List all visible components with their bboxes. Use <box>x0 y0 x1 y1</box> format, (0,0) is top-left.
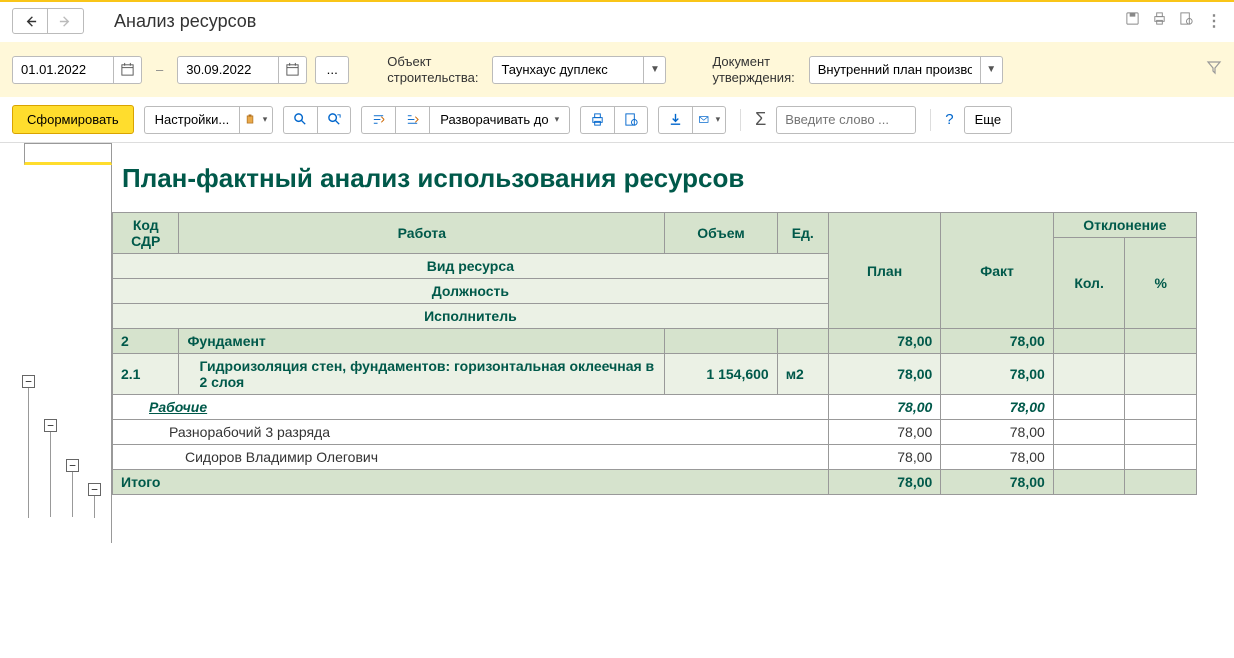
titlebar: Анализ ресурсов ⋮ <box>0 0 1234 42</box>
separator <box>740 109 741 131</box>
dropdown-icon[interactable]: ▼ <box>643 56 665 84</box>
dropdown-icon[interactable]: ▼ <box>980 56 1002 84</box>
filter-icon[interactable] <box>1206 59 1222 80</box>
expand-to-button[interactable]: Разворачивать до▾ <box>429 106 570 134</box>
send-button[interactable]: ▾ <box>692 106 726 134</box>
mail-icon <box>698 112 709 127</box>
period-picker-button[interactable]: ... <box>315 56 349 84</box>
print-icon[interactable] <box>1152 11 1167 31</box>
date-from-field[interactable] <box>13 58 113 81</box>
table-row[interactable]: 2.1 Гидроизоляция стен, фундаментов: гор… <box>113 354 1197 395</box>
page-title: Анализ ресурсов <box>114 11 1125 32</box>
tree-node-collapse[interactable]: − <box>44 419 57 432</box>
table-row-total[interactable]: Итого 78,00 78,00 <box>113 470 1197 495</box>
object-field[interactable] <box>493 58 643 81</box>
tree-tab <box>24 143 112 165</box>
doc-field[interactable] <box>810 58 980 81</box>
tree-node-collapse[interactable]: − <box>22 375 35 388</box>
printer-icon <box>590 112 605 127</box>
settings-group: Настройки... ▾ <box>144 106 274 134</box>
toolbar: Сформировать Настройки... ▾ Разворачиват… <box>0 97 1234 143</box>
calendar-icon[interactable] <box>278 56 306 84</box>
sum-icon[interactable]: Σ <box>755 109 766 130</box>
save-icon[interactable] <box>1125 11 1140 31</box>
settings-button[interactable]: Настройки... <box>144 106 240 134</box>
find-button[interactable] <box>283 106 317 134</box>
export-group: ▾ <box>658 106 726 134</box>
collapse-icon <box>371 112 386 127</box>
tree-node-collapse[interactable]: − <box>66 459 79 472</box>
print-button[interactable] <box>580 106 614 134</box>
col-qty: Кол. <box>1053 238 1125 329</box>
back-button[interactable] <box>12 8 48 34</box>
hdr-position: Должность <box>113 279 829 304</box>
filter-bar: – ... Объект строительства: ▼ Документ у… <box>0 42 1234 97</box>
collapse-button[interactable] <box>361 106 395 134</box>
col-fact: Факт <box>941 213 1053 329</box>
clipboard-icon <box>245 112 256 127</box>
col-pct: % <box>1125 238 1197 329</box>
print-preview-button[interactable] <box>614 106 648 134</box>
tree-node-collapse[interactable]: − <box>88 483 101 496</box>
date-from-input[interactable] <box>12 56 142 84</box>
search-group <box>283 106 351 134</box>
doc-combo[interactable]: ▼ <box>809 56 1003 84</box>
more-button[interactable]: Еще <box>964 106 1012 134</box>
hdr-resource-type: Вид ресурса <box>113 254 829 279</box>
search-icon <box>293 112 308 127</box>
col-volume: Объем <box>665 213 777 254</box>
toolbar-search-input[interactable] <box>776 106 916 134</box>
expand-group: Разворачивать до▾ <box>361 106 570 134</box>
col-deviation: Отклонение <box>1053 213 1196 238</box>
report-title: План-фактный анализ использования ресурс… <box>112 143 1222 212</box>
object-label: Объект строительства: <box>387 54 478 85</box>
report-table: Код СДР Работа Объем Ед. План Факт Откло… <box>112 212 1197 495</box>
more-menu-icon[interactable]: ⋮ <box>1206 11 1222 31</box>
forward-button[interactable] <box>48 8 84 34</box>
col-code: Код СДР <box>113 213 179 254</box>
hdr-executor: Исполнитель <box>113 304 829 329</box>
form-button[interactable]: Сформировать <box>12 105 134 134</box>
arrow-left-icon <box>23 14 38 29</box>
report-area: − − − − План-фактный анализ использовани… <box>0 143 1234 543</box>
table-row[interactable]: 2 Фундамент 78,00 78,00 <box>113 329 1197 354</box>
search-next-icon <box>327 112 342 127</box>
arrow-right-icon <box>58 14 73 29</box>
calendar-icon[interactable] <box>113 56 141 84</box>
separator <box>930 109 931 131</box>
table-row[interactable]: Сидоров Владимир Олегович 78,00 78,00 <box>113 445 1197 470</box>
settings-variants-button[interactable]: ▾ <box>239 106 273 134</box>
expand-button[interactable] <box>395 106 429 134</box>
print-group <box>580 106 648 134</box>
object-combo[interactable]: ▼ <box>492 56 666 84</box>
nav-buttons <box>12 8 84 34</box>
title-actions: ⋮ <box>1125 11 1222 31</box>
preview-icon[interactable] <box>1179 11 1194 31</box>
date-to-input[interactable] <box>177 56 307 84</box>
download-icon <box>668 112 683 127</box>
tree-gutter: − − − − <box>12 143 112 543</box>
col-work: Работа <box>179 213 665 254</box>
col-unit: Ед. <box>777 213 828 254</box>
find-next-button[interactable] <box>317 106 351 134</box>
col-plan: План <box>828 213 940 329</box>
doc-label: Документ утверждения: <box>712 54 794 85</box>
table-row[interactable]: Разнорабочий 3 разряда 78,00 78,00 <box>113 420 1197 445</box>
report-content: План-фактный анализ использования ресурс… <box>112 143 1222 543</box>
page-search-icon <box>624 112 639 127</box>
save-report-button[interactable] <box>658 106 692 134</box>
table-row[interactable]: Рабочие 78,00 78,00 <box>113 395 1197 420</box>
date-dash: – <box>156 62 163 77</box>
date-to-field[interactable] <box>178 58 278 81</box>
help-icon[interactable]: ? <box>945 111 953 128</box>
expand-icon <box>405 112 420 127</box>
